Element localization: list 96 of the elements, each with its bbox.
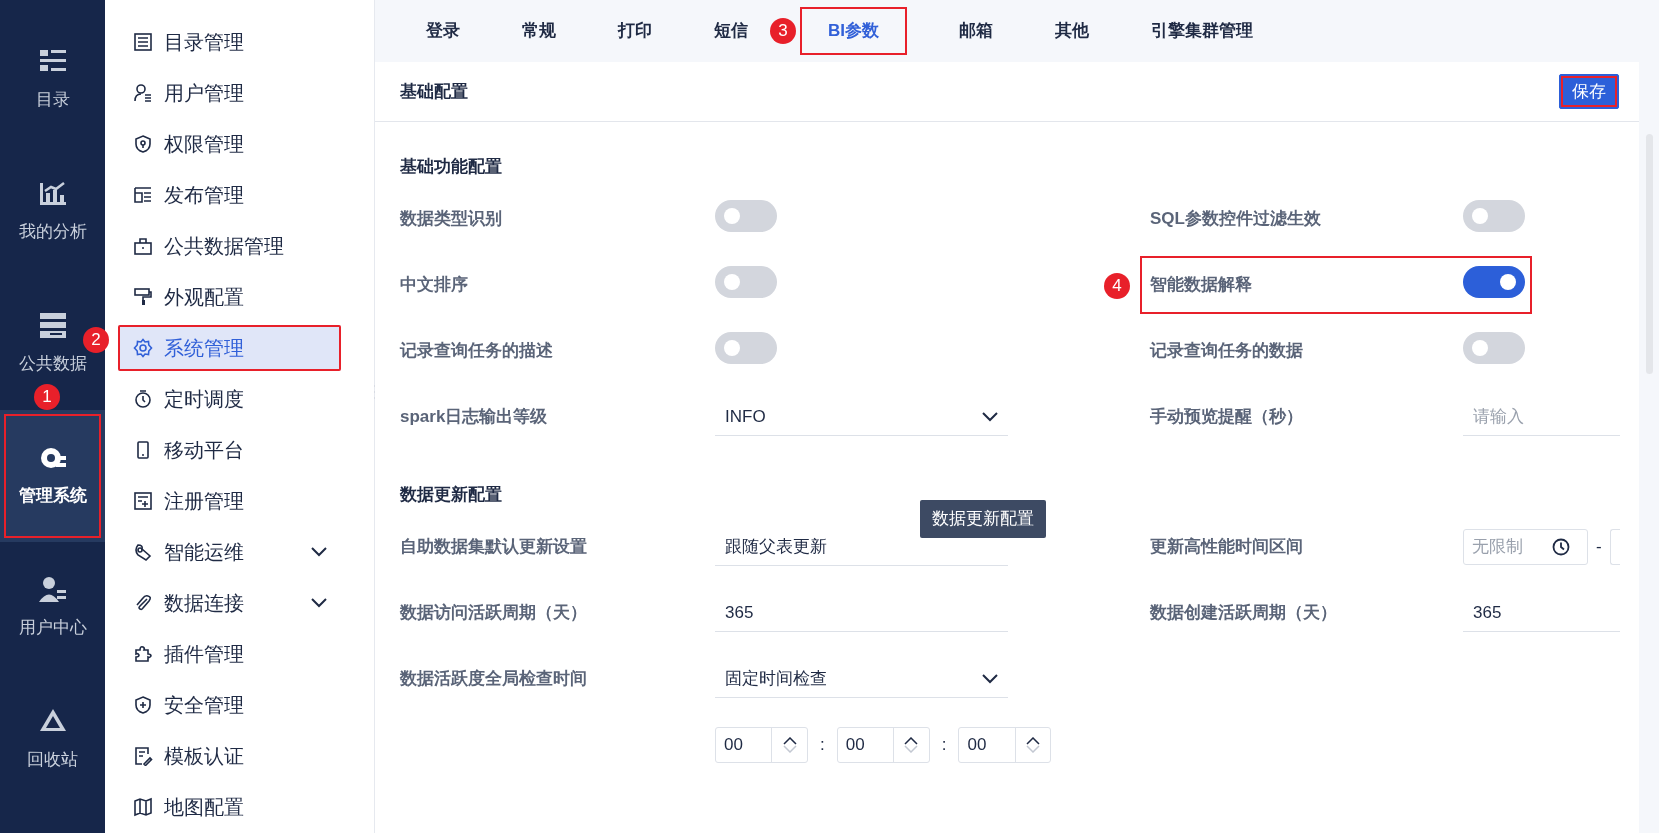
number-spinner[interactable]: 00 [958,727,1052,763]
chevron-down-icon [982,673,998,684]
stopwatch-icon [133,389,153,409]
field-label: 数据活跃度全局检查时间 [400,668,588,691]
field-label: spark日志输出等级 [400,406,549,429]
submenu-item[interactable]: 注册管理 [118,478,341,524]
chevron-down-icon [782,745,797,753]
number-spinner[interactable]: 00 [836,727,930,763]
submenu-item[interactable]: 公共数据管理 [118,223,341,269]
save-button[interactable]: 保存 [1559,73,1619,110]
chevron-down-icon [982,411,998,422]
paint-roller-icon [133,287,153,307]
submenu-item[interactable]: 定时调度 [118,376,341,422]
select-field[interactable]: 固定时间检查 [715,660,1008,698]
section-title: 数据更新配置 [400,484,503,506]
section-title: 基础功能配置 [400,156,503,178]
user-icon [133,83,153,103]
chevron-down-icon [904,745,919,753]
chevron-down-icon [311,547,327,557]
rail-item[interactable]: 目录 [0,14,105,146]
toggle-switch[interactable] [715,265,777,298]
chart-icon [37,179,68,208]
submenu-item[interactable]: 模板认证 [118,733,341,779]
puzzle-icon [133,644,153,664]
range-separator: - [1596,536,1602,559]
panel-title: 基础配置 [400,80,468,103]
field-label: 智能数据解释 [1150,274,1253,297]
list-icon [133,32,153,52]
briefcase-icon [133,236,153,256]
rail-item[interactable]: 管理系统 [0,410,105,542]
chevron-up-icon [904,737,919,745]
tab[interactable]: 其他 [1045,7,1099,55]
field-label: 记录查询任务的描述 [400,340,554,363]
rail-item[interactable]: 用户中心 [0,542,105,674]
tab[interactable]: 登录 [416,7,470,55]
submenu-item[interactable]: 发布管理 [118,172,341,218]
toggle-switch[interactable] [715,199,777,232]
submenu-item[interactable]: 权限管理 [118,121,341,167]
tab[interactable]: 短信 [704,7,758,55]
tab[interactable]: 常规 [512,7,566,55]
submenu-item[interactable]: 用户管理 [118,70,341,116]
callout-number: 4 [1104,273,1130,299]
database-icon [37,311,68,340]
callout-number: 3 [770,18,796,44]
input-field[interactable]: 请输入 [1463,398,1620,436]
toggle-switch[interactable] [1463,199,1525,232]
chevron-down-icon [311,598,327,608]
layout-icon [133,185,153,205]
submenu-item[interactable]: 智能运维 [118,529,341,575]
submenu-item[interactable]: 目录管理 [118,19,341,65]
tooltip: 数据更新配置 [920,500,1046,538]
time-separator: : [820,734,825,757]
chevron-up-icon [1026,737,1041,745]
toggle-switch[interactable] [1463,331,1525,364]
select-field[interactable]: INFO [715,398,1008,436]
submenu-item[interactable]: 数据连接 [118,580,341,626]
toggle-switch[interactable] [715,331,777,364]
submenu-item[interactable]: 地图配置 [118,784,341,830]
toggle-switch[interactable] [1463,265,1525,298]
field-label: 记录查询任务的数据 [1150,340,1304,363]
rail-item[interactable]: 我的分析 [0,146,105,278]
field-label: 数据类型识别 [400,208,503,231]
field-label: 数据创建活跃周期（天） [1150,602,1338,625]
tab[interactable]: BI参数 [800,7,907,55]
shield-plus-icon [133,695,153,715]
number-spinner[interactable]: 00 [715,727,808,763]
user-icon [37,575,68,604]
time-separator: : [941,734,947,757]
gear-icon [133,338,153,358]
callout-number: 2 [83,327,109,353]
clock-icon [1552,538,1570,556]
map-icon [133,797,153,817]
field-label: 中文排序 [400,274,469,297]
submenu-item[interactable]: 插件管理 [118,631,341,677]
submenu-item[interactable]: 外观配置 [118,274,341,320]
field-label: 自助数据集默认更新设置 [400,536,588,559]
tab[interactable]: 打印 [608,7,662,55]
field-label: 更新高性能时间区间 [1150,536,1304,559]
paperclip-icon [133,593,153,613]
form-icon [133,491,153,511]
submenu-item[interactable]: 安全管理 [118,682,341,728]
field-label: 手动预览提醒（秒） [1150,406,1304,429]
callout-number: 1 [34,384,60,410]
submenu-item[interactable]: 系统管理 [118,325,341,371]
tab[interactable]: 引擎集群管理 [1141,7,1263,55]
input-field[interactable]: 365 [1463,594,1620,632]
field-label: 数据访问活跃周期（天） [400,602,588,625]
chevron-up-icon [782,737,797,745]
submenu-item[interactable]: 移动平台 [118,427,341,473]
tab[interactable]: 邮箱 [949,7,1003,55]
input-field[interactable]: 365 [715,594,1008,632]
rail-item[interactable]: 回收站 [0,674,105,806]
field-label: SQL参数控件过滤生效 [1150,208,1322,231]
document-pen-icon [133,746,153,766]
chevron-down-icon [1026,745,1041,753]
shield-icon [133,134,153,154]
